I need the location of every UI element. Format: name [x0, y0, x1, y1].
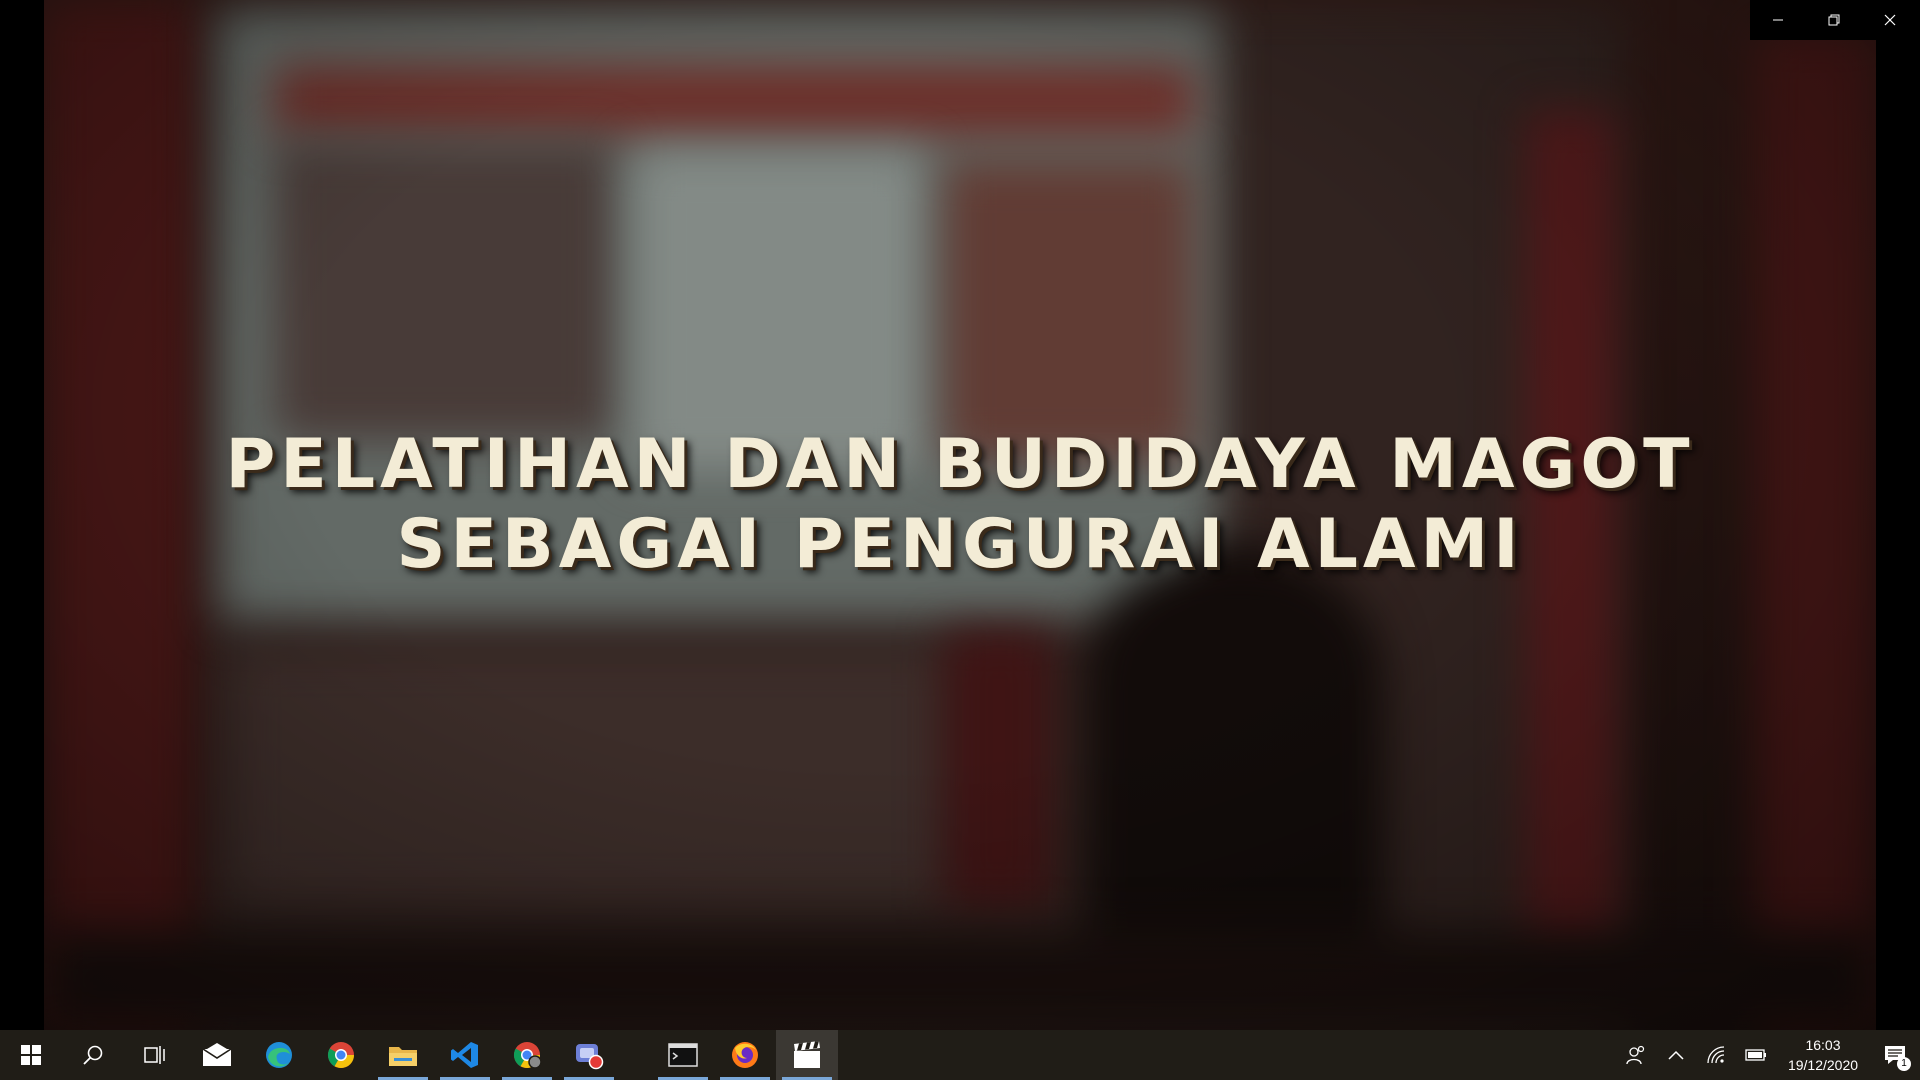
system-tray: 16:03 19/12/2020 1 — [1616, 1030, 1920, 1080]
taskbar-app-screen-recorder[interactable] — [558, 1030, 620, 1080]
taskbar-app-terminal[interactable] — [652, 1030, 714, 1080]
search-icon — [83, 1045, 103, 1065]
taskbar-spacer — [620, 1030, 652, 1080]
notification-count-badge: 1 — [1897, 1057, 1911, 1071]
taskbar-app-firefox[interactable] — [714, 1030, 776, 1080]
chrome-icon — [513, 1042, 542, 1069]
clock[interactable]: 16:03 19/12/2020 — [1776, 1030, 1870, 1080]
task-view-icon — [144, 1046, 165, 1064]
chevron-up-icon — [1668, 1050, 1684, 1060]
restore-icon — [1828, 14, 1840, 26]
battery-button[interactable] — [1736, 1030, 1776, 1080]
clock-date: 19/12/2020 — [1787, 1057, 1859, 1073]
taskbar-app-chrome-profile[interactable] — [496, 1030, 558, 1080]
window-controls — [1750, 0, 1920, 40]
vscode-icon — [451, 1042, 478, 1068]
start-button[interactable] — [0, 1030, 62, 1080]
people-button[interactable] — [1616, 1030, 1656, 1080]
clapperboard-icon — [794, 1041, 820, 1068]
show-hidden-icons-button[interactable] — [1656, 1030, 1696, 1080]
restore-button[interactable] — [1806, 0, 1862, 40]
chrome-icon — [327, 1042, 355, 1069]
recorder-icon — [576, 1044, 604, 1070]
search-button[interactable] — [62, 1030, 124, 1080]
video-title-caption: PELATIHAN DAN BUDIDAYA MAGOT SEBAGAI PEN… — [0, 425, 1920, 585]
taskbar-app-mail[interactable] — [186, 1030, 248, 1080]
mail-icon — [202, 1043, 232, 1066]
wifi-icon — [1707, 1046, 1725, 1064]
clock-time: 16:03 — [1805, 1037, 1841, 1053]
network-button[interactable] — [1696, 1030, 1736, 1080]
edge-icon — [266, 1042, 292, 1068]
taskbar-app-vscode[interactable] — [434, 1030, 496, 1080]
battery-icon — [1745, 1049, 1766, 1061]
task-view-button[interactable] — [124, 1030, 186, 1080]
caption-line-2: SEBAGAI PENGURAI ALAMI — [396, 505, 1524, 584]
windows-logo-icon — [21, 1045, 41, 1065]
minimize-button[interactable] — [1750, 0, 1806, 40]
taskbar-app-file-explorer[interactable] — [372, 1030, 434, 1080]
taskbar-app-video-editor[interactable] — [776, 1030, 838, 1080]
terminal-icon — [668, 1043, 698, 1067]
taskbar: 16:03 19/12/2020 1 — [0, 1030, 1920, 1080]
close-icon — [1884, 14, 1896, 26]
taskbar-app-edge[interactable] — [248, 1030, 310, 1080]
caption-line-1: PELATIHAN DAN BUDIDAYA MAGOT — [225, 425, 1695, 504]
people-icon — [1626, 1045, 1645, 1065]
folder-icon — [389, 1047, 417, 1066]
taskbar-app-chrome[interactable] — [310, 1030, 372, 1080]
close-button[interactable] — [1862, 0, 1918, 40]
firefox-icon — [732, 1042, 758, 1068]
minimize-icon — [1773, 19, 1783, 21]
action-center-button[interactable]: 1 — [1870, 1030, 1920, 1080]
